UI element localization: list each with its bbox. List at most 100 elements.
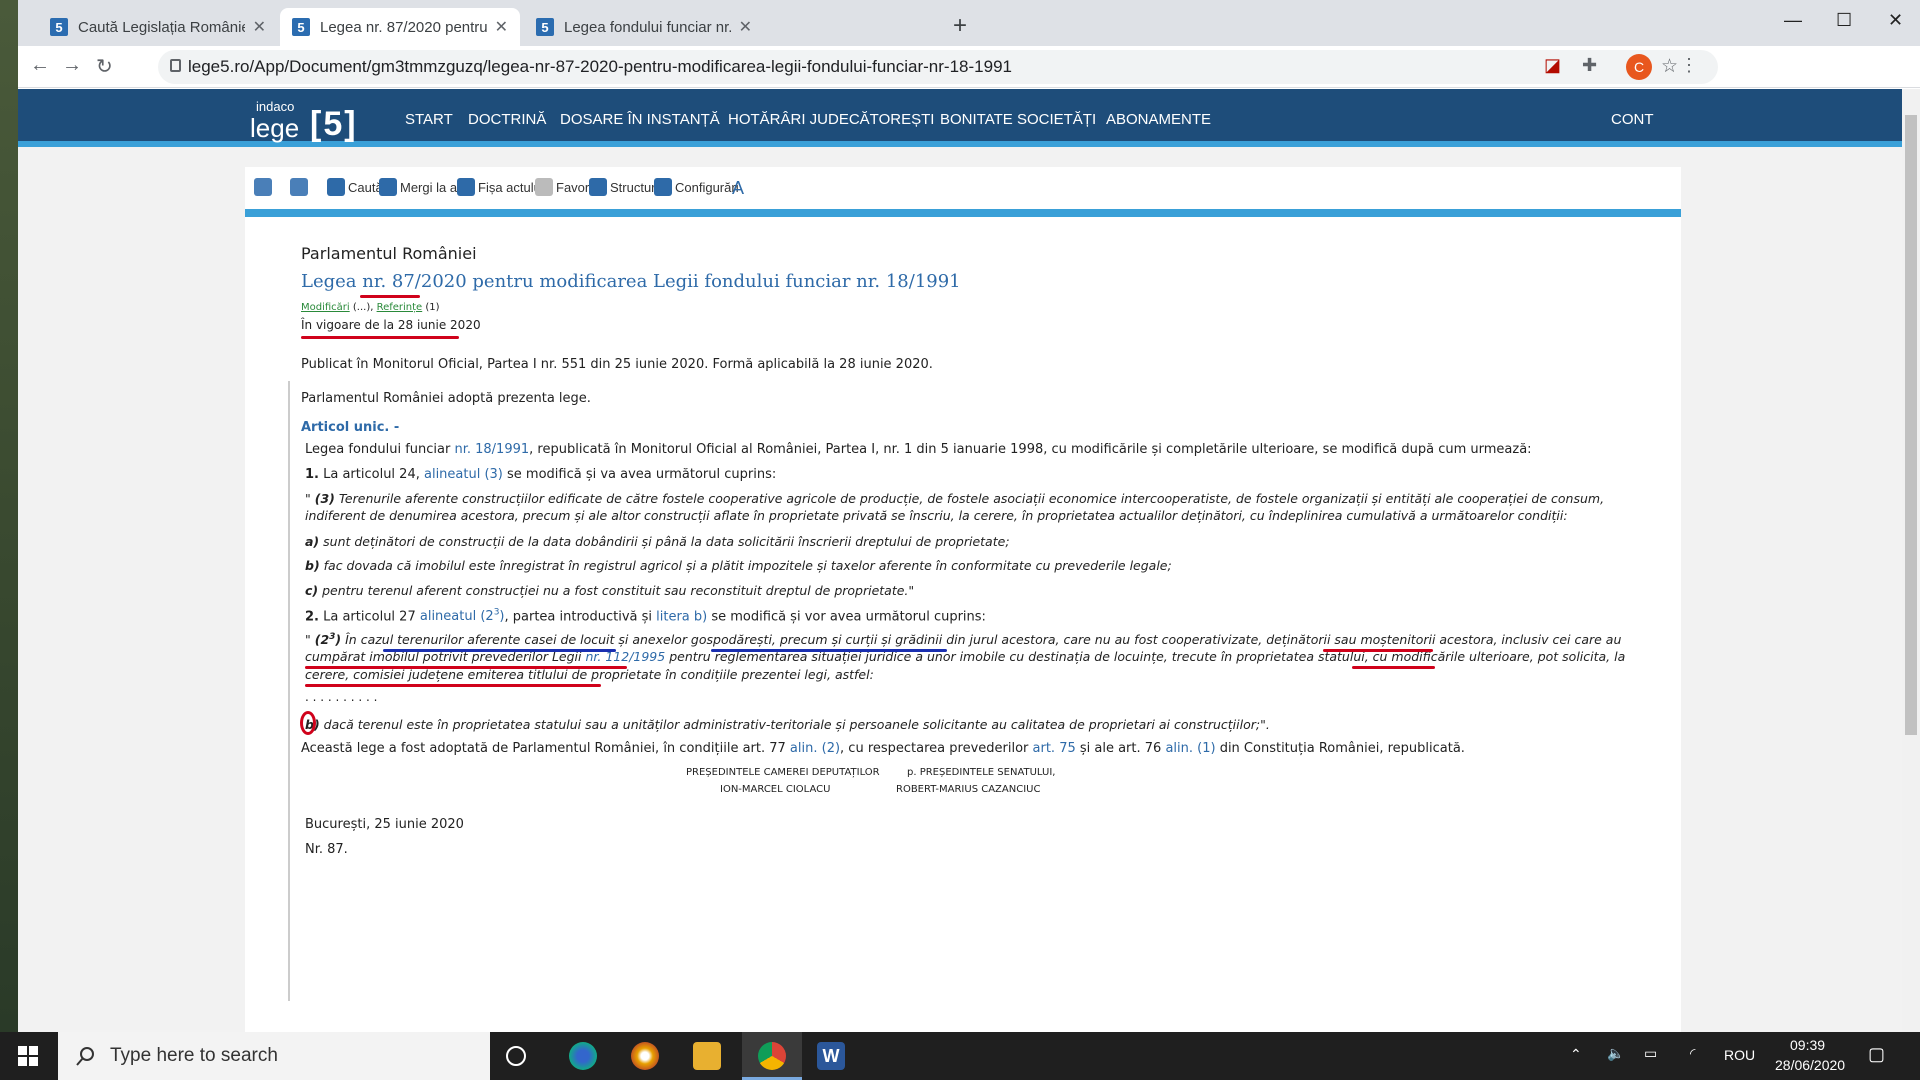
goto-article-button[interactable]: Mergi la art. xyxy=(379,178,469,196)
nav-dosare[interactable]: DOSARE ÎN INSTANȚĂ xyxy=(560,111,720,128)
nav-bonitate[interactable]: BONITATE SOCIETĂȚI xyxy=(940,111,1096,128)
red-circle-mark xyxy=(300,711,316,735)
nav-cont[interactable]: CONT xyxy=(1611,111,1654,128)
chrome-icon xyxy=(758,1042,786,1070)
clock-date[interactable]: 28/06/2020 xyxy=(1775,1057,1845,1073)
red-underline-mark xyxy=(1323,649,1433,652)
references-link[interactable]: Referințe xyxy=(377,302,423,313)
quote-3-line1: " (3) Terenurile aferente construcțiilor… xyxy=(305,491,1605,506)
search-icon xyxy=(76,1047,94,1066)
site-header: indaco lege [5] START DOCTRINĂ DOSARE ÎN… xyxy=(18,89,1902,147)
browser-app-icon[interactable] xyxy=(631,1042,659,1070)
modifications-link[interactable]: Modificări xyxy=(301,302,350,313)
law-number: Nr. 87. xyxy=(305,842,348,857)
tab-law-18-1991[interactable]: 5 Legea fondului funciar nr. 18/199 ✕ xyxy=(524,8,764,46)
search-button[interactable]: Caută xyxy=(327,178,383,196)
arrow-icon xyxy=(379,178,397,196)
back-icon[interactable]: ← xyxy=(30,54,50,77)
notifications-icon[interactable]: ▢ xyxy=(1868,1044,1885,1065)
logo-word: lege xyxy=(250,113,300,143)
windows-icon xyxy=(18,1046,38,1066)
close-tab-icon[interactable]: ✕ xyxy=(739,17,752,37)
clock-time[interactable]: 09:39 xyxy=(1790,1037,1825,1053)
desktop-background xyxy=(0,0,18,1032)
tab-bar: 5 Caută Legislația României, Jurispr ✕ 5… xyxy=(18,0,1920,46)
act-sheet-button[interactable]: Fișa actului xyxy=(457,178,544,196)
bookmark-star-icon[interactable]: ☆ xyxy=(1661,55,1678,78)
page-scrollbar[interactable] xyxy=(1902,89,1920,1032)
alin-2-3-link[interactable]: alineatul (23) xyxy=(420,608,505,624)
issuer: Parlamentul României xyxy=(301,244,477,263)
site-viewport: indaco lege [5] START DOCTRINĂ DOSARE ÎN… xyxy=(18,89,1902,1032)
nav-abonamente[interactable]: ABONAMENTE xyxy=(1106,111,1211,128)
sheet-icon xyxy=(457,178,475,196)
taskbar-search[interactable]: Type here to search xyxy=(58,1032,490,1080)
nav-start[interactable]: START xyxy=(405,111,453,128)
site-favicon: 5 xyxy=(536,18,554,36)
volume-icon[interactable]: 🔈 xyxy=(1607,1045,1624,1062)
pdf-extension-icon[interactable]: ◪ xyxy=(1544,55,1561,76)
quote-3-line2: indiferent de denumirea acestora, precum… xyxy=(305,508,1568,523)
font-size-icon[interactable]: A xyxy=(732,178,744,199)
document-toolbar: Caută Mergi la art. Fișa actului Favorit… xyxy=(245,167,1681,217)
print-icon[interactable] xyxy=(254,178,275,196)
law-18-1991-link[interactable]: nr. 18/1991 xyxy=(454,442,529,457)
structure-button[interactable]: Structura xyxy=(589,178,663,196)
language-indicator[interactable]: ROU xyxy=(1724,1047,1755,1063)
omission-dots: . . . . . . . . . . xyxy=(305,690,378,704)
nav-hotarari[interactable]: HOTĂRÂRI JUDECĂTOREȘTI xyxy=(728,111,934,128)
nav-doctrina[interactable]: DOCTRINĂ xyxy=(468,111,546,128)
quote-2-3-line3: cerere, comisiei județene emiterea titlu… xyxy=(305,667,874,682)
condition-a: a) sunt deținători de construcții de la … xyxy=(305,534,1010,549)
act-sheet-label: Fișa actului xyxy=(478,179,544,195)
minimize-icon[interactable]: — xyxy=(1784,10,1802,31)
menu-icon[interactable]: ⋮ xyxy=(1680,55,1698,76)
chrome-taskbar-button[interactable] xyxy=(742,1032,802,1080)
new-tab-button[interactable]: + xyxy=(953,14,967,38)
alin-3-link[interactable]: alineatul (3) xyxy=(424,467,503,482)
reload-icon[interactable]: ↻ xyxy=(96,54,113,79)
alin-2-link[interactable]: alin. (2) xyxy=(790,741,840,756)
art-75-link[interactable]: art. 75 xyxy=(1033,741,1076,756)
gear-icon xyxy=(654,178,672,196)
litera-b-link[interactable]: litera b) xyxy=(656,609,707,624)
close-tab-icon[interactable]: ✕ xyxy=(495,17,508,37)
point-1: 1. La articolul 24, alineatul (3) se mod… xyxy=(305,467,777,482)
profile-avatar[interactable]: C xyxy=(1626,54,1652,80)
page-title: Legea nr. 87/2020 pentru modificarea Leg… xyxy=(301,271,961,292)
forward-icon[interactable]: → xyxy=(62,54,82,77)
maximize-icon[interactable]: ☐ xyxy=(1836,10,1852,31)
tab-search-legislation[interactable]: 5 Caută Legislația României, Jurispr ✕ xyxy=(38,8,278,46)
condition-b-amended: b) dacă terenul este în proprietatea sta… xyxy=(305,717,1270,732)
cortana-icon[interactable] xyxy=(506,1046,526,1066)
scrollbar-thumb[interactable] xyxy=(1905,115,1917,735)
battery-icon[interactable]: ▭ xyxy=(1644,1045,1657,1062)
start-button[interactable] xyxy=(0,1032,56,1080)
browser-toolbar: ← → ↻ lege5.ro/App/Document/gm3tmmzguzq/… xyxy=(18,46,1920,88)
doc-links: Modificări (...), Referințe (1) xyxy=(301,302,440,313)
close-window-icon[interactable]: ✕ xyxy=(1888,10,1903,31)
download-icon[interactable] xyxy=(290,178,311,196)
adoption-note: Această lege a fost adoptată de Parlamen… xyxy=(301,741,1465,756)
favorite-button[interactable]: Favorit xyxy=(535,178,596,196)
tab-title: Caută Legislația României, Jurispr xyxy=(78,18,245,36)
wifi-icon[interactable]: ◜ xyxy=(1690,1045,1695,1062)
condition-b: b) fac dovada că imobilul este înregistr… xyxy=(305,558,1172,573)
search-icon xyxy=(327,178,345,196)
url-text: lege5.ro/App/Document/gm3tmmzguzq/legea-… xyxy=(188,57,1012,76)
site-favicon: 5 xyxy=(50,18,68,36)
show-hidden-icons[interactable]: ⌃ xyxy=(1570,1046,1582,1063)
search-label: Caută xyxy=(348,179,383,195)
word-icon[interactable]: W xyxy=(817,1042,845,1070)
red-underline-mark xyxy=(301,336,459,339)
signatory-1-name: ION-MARCEL CIOLACU xyxy=(720,784,831,795)
edge-icon[interactable] xyxy=(569,1042,597,1070)
signatory-2-title: p. PREȘEDINTELE SENATULUI, xyxy=(907,767,1056,778)
address-bar[interactable]: lege5.ro/App/Document/gm3tmmzguzq/legea-… xyxy=(158,50,1718,84)
tab-law-87-2020[interactable]: 5 Legea nr. 87/2020 pentru modific ✕ xyxy=(280,8,520,46)
close-tab-icon[interactable]: ✕ xyxy=(253,17,266,37)
alin-1-link[interactable]: alin. (1) xyxy=(1165,741,1215,756)
file-explorer-icon[interactable] xyxy=(693,1042,721,1070)
settings-button[interactable]: Configurări xyxy=(654,178,739,196)
extensions-icon[interactable]: ✚ xyxy=(1582,55,1597,76)
